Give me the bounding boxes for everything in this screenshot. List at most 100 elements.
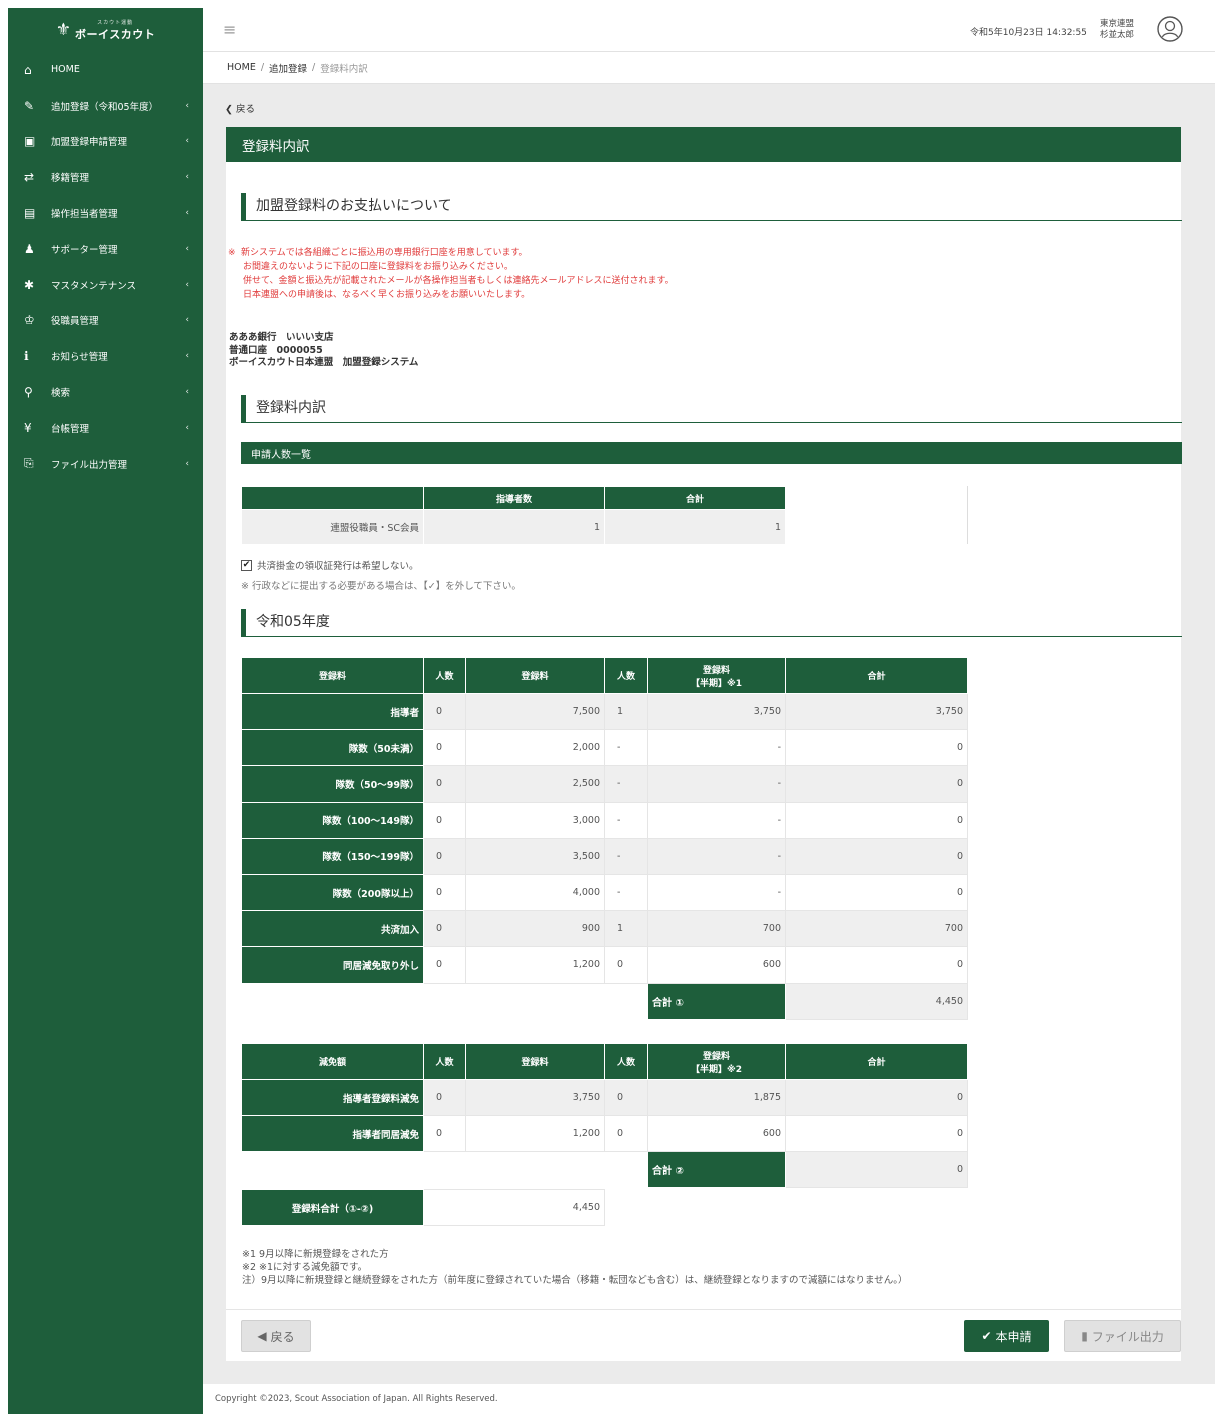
chevron-left-icon: ‹: [185, 279, 189, 290]
file-export-button[interactable]: ▮ ファイル出力: [1064, 1320, 1181, 1352]
sidebar-item-icon: ⇄: [24, 170, 35, 185]
fee-half-fee: -: [647, 801, 786, 839]
sidebar-item[interactable]: ▤ 操作担当者管理 ‹: [8, 195, 203, 231]
fee-count2: 1: [604, 910, 648, 948]
receipt-opt-out[interactable]: ✔ 共済掛金の領収証発行は希望しない。: [241, 558, 419, 572]
sidebar-item-icon: ⚲: [24, 385, 33, 400]
breadcrumb-separator: /: [312, 62, 316, 73]
fee-count1: 0: [423, 946, 466, 984]
user-avatar-icon[interactable]: [1157, 16, 1183, 42]
divider: [967, 486, 968, 544]
fee-count2: -: [604, 837, 648, 875]
fee-fee: 3,500: [465, 837, 605, 875]
table-row: 連盟役職員・SC会員 1 1: [241, 509, 786, 545]
sidebar-item-icon: ✎: [24, 98, 35, 113]
breadcrumb-parent[interactable]: 追加登録: [269, 61, 307, 75]
sidebar-item-label: 追加登録（令和05年度）: [51, 101, 159, 113]
fee-fee: 7,500: [465, 692, 605, 731]
logo-title: ボーイスカウト: [75, 27, 156, 41]
chevron-left-icon: ‹: [185, 387, 189, 398]
sidebar-item[interactable]: ⚲ 検索 ‹: [8, 374, 203, 410]
reduction-header-half-fee-line2: 【半期】※2: [690, 1064, 742, 1075]
summary-row-label: 連盟役職員・SC会員: [241, 509, 424, 545]
bank-account-holder: ボーイスカウト日本連盟 加盟登録システム: [229, 357, 419, 368]
fee-total: 0: [785, 729, 968, 767]
sidebar-item-label: 台帳管理: [51, 423, 90, 435]
fee-row-label: 隊数（200隊以上）: [241, 873, 424, 912]
sidebar-item[interactable]: ▣ 加盟登録申請管理 ‹: [8, 124, 203, 160]
sidebar-item-icon: ♟: [24, 241, 35, 256]
fee-row-label: 隊数（150～199隊）: [241, 837, 424, 875]
table-row: 共済加入 0 900 1 700 700: [241, 910, 968, 948]
fee-total-value: 4,450: [785, 982, 968, 1020]
reduction-header-count1: 人数: [423, 1043, 466, 1080]
back-link[interactable]: ❮ 戻る: [225, 101, 255, 115]
table-row: 指導者同居減免 0 1,200 0 600 0: [241, 1115, 968, 1152]
sidebar-item-icon: ▣: [24, 134, 36, 149]
fee-count2: -: [604, 729, 648, 767]
apply-button[interactable]: ✔ 本申請: [964, 1320, 1049, 1352]
fee-total: 0: [785, 801, 968, 839]
sidebar-item-label: 移籍管理: [51, 173, 90, 185]
fee-half-fee: -: [647, 765, 786, 803]
sidebar-item[interactable]: ¥ 台帳管理 ‹: [8, 410, 203, 446]
reduction-header-half-fee-line1: 登録料: [702, 1051, 730, 1062]
sidebar-item-icon: ⎘: [24, 456, 34, 471]
fee-header-count1: 人数: [423, 657, 466, 694]
top-header: ≡ 令和5年10月23日 14:32:55 東京連盟 杉並太郎: [203, 8, 1215, 52]
sidebar-item[interactable]: ✎ 追加登録（令和05年度） ‹: [8, 88, 203, 124]
notice-line: 新システムでは各組織ごとに振込用の専用銀行口座を用意しています。: [241, 248, 528, 258]
back-button[interactable]: ◀ 戻る: [241, 1320, 311, 1352]
sidebar-item-label: サポーター管理: [51, 244, 118, 256]
section-title-payment: 加盟登録料のお支払いについて: [241, 193, 1182, 221]
bank-account-number: 普通口座 0000055: [229, 344, 323, 356]
fee-row-label: 隊数（50未満）: [241, 729, 424, 767]
chevron-left-icon: ‹: [185, 351, 189, 362]
sidebar-item[interactable]: ℹ お知らせ管理 ‹: [8, 338, 203, 374]
sidebar-nav: ⌂ HOME ✎ 追加登録（令和05年度） ‹ ▣ 加盟登録申請管理 ‹ ⇄ 移籍管理 ‹ ▤ 操作担当…: [8, 52, 203, 482]
fee-header-total: 合計: [785, 657, 968, 694]
fee-count2: -: [604, 765, 648, 803]
reduction-count2: 0: [604, 1079, 648, 1116]
fee-table: 登録料 人数 登録料 人数 登録料 【半期】※1 合計 指導者 0 7,500 1 3,…: [241, 657, 968, 1020]
chevron-left-icon: ‹: [185, 208, 189, 219]
summary-header-blank: [241, 486, 424, 510]
chevron-left-icon: ❮: [225, 104, 233, 115]
fee-fee: 4,000: [465, 873, 605, 912]
user-org: 東京連盟: [1100, 19, 1135, 29]
grand-total-table: 登録料合計（①-②) 4,450: [241, 1189, 605, 1226]
sidebar-item[interactable]: ⌂ HOME: [8, 52, 203, 88]
sidebar-item[interactable]: ⎘ ファイル出力管理 ‹: [8, 446, 203, 482]
receipt-opt-out-checkbox[interactable]: ✔: [241, 559, 252, 571]
fee-total: 700: [785, 910, 968, 948]
table-row: 同居減免取り外し 0 1,200 0 600 0: [241, 946, 968, 984]
table-row: 指導者 0 7,500 1 3,750 3,750: [241, 692, 968, 731]
fee-total: 0: [785, 873, 968, 912]
bank-account-info: あああ銀行 いいい支店 普通口座 0000055 ボーイスカウト日本連盟 加盟登…: [229, 332, 418, 370]
sidebar-item[interactable]: ⇄ 移籍管理 ‹: [8, 159, 203, 195]
table-row: 隊数（200隊以上） 0 4,000- -0: [241, 873, 968, 912]
reduction-count1: 0: [423, 1115, 466, 1152]
sidebar-item[interactable]: ♟ サポーター管理 ‹: [8, 231, 203, 267]
hamburger-menu-icon[interactable]: ≡: [223, 20, 236, 39]
fee-fee: 2,000: [465, 729, 605, 767]
reduction-total: 0: [785, 1115, 968, 1152]
logo[interactable]: ⚜ スカウト運動 ボーイスカウト: [8, 8, 203, 52]
blank-cell: [242, 1152, 648, 1188]
breadcrumb-home[interactable]: HOME: [227, 62, 256, 73]
sidebar-item-icon: ⌂: [24, 62, 32, 77]
circle-arrow-left-icon: ◀: [257, 1329, 267, 1343]
reduction-half-fee: 1,875: [647, 1079, 786, 1116]
blank-cell: [242, 983, 648, 1019]
sidebar-item[interactable]: ✱ マスタメンテナンス ‹: [8, 267, 203, 303]
sidebar-item[interactable]: ♔ 役職員管理 ‹: [8, 303, 203, 339]
fee-fee: 2,500: [465, 765, 605, 803]
footnotes: ※1 9月以降に新規登録をされた方 ※2 ※1に対する減免額です。 注）9月以降…: [242, 1248, 907, 1287]
apply-button-label: 本申請: [995, 1329, 1032, 1344]
grand-total-value: 4,450: [423, 1189, 605, 1226]
file-icon: ▮: [1081, 1329, 1088, 1343]
applicants-summary-table: 指導者数 合計 連盟役職員・SC会員 1 1: [241, 486, 786, 545]
chevron-left-icon: ‹: [185, 100, 189, 111]
sidebar-item-icon: ¥: [24, 420, 32, 435]
card-title: 登録料内訳: [226, 127, 1181, 162]
